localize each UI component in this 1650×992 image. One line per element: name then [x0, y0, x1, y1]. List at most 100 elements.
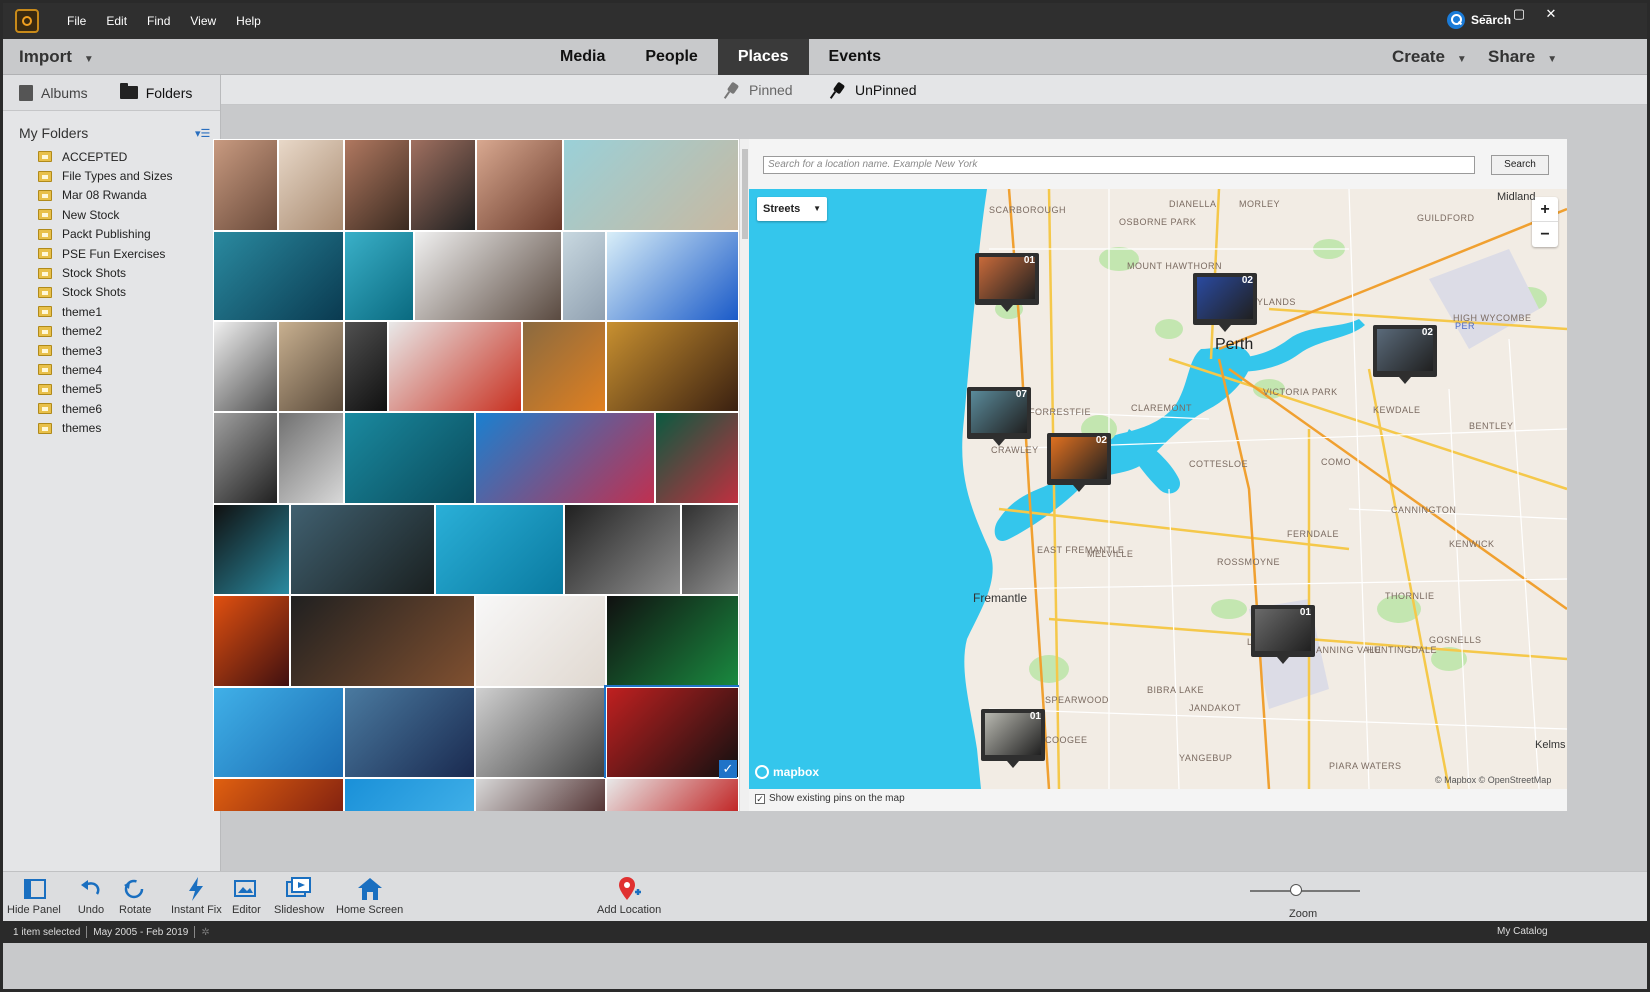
home-screen-button[interactable]: Home Screen	[336, 876, 403, 916]
photo-pin[interactable]: 02	[1373, 325, 1437, 384]
photo-thumbnail[interactable]	[213, 412, 278, 504]
folder-item[interactable]: Packt Publishing	[38, 225, 173, 244]
photo-thumbnail[interactable]	[213, 687, 344, 778]
photo-thumbnail[interactable]	[681, 504, 739, 595]
photo-thumbnail[interactable]	[476, 139, 563, 231]
folder-item[interactable]: theme5	[38, 380, 173, 399]
photo-thumbnail[interactable]	[562, 231, 606, 321]
photo-thumbnail[interactable]	[435, 504, 564, 595]
photo-thumbnail[interactable]	[606, 778, 739, 811]
scrollbar-thumb[interactable]	[742, 149, 748, 239]
photo-thumbnail[interactable]	[344, 778, 475, 811]
hide-panel-button[interactable]: Hide Panel	[7, 876, 61, 916]
photo-thumbnail[interactable]	[606, 321, 739, 412]
menu-file[interactable]: File	[57, 3, 96, 39]
folder-item[interactable]: theme6	[38, 399, 173, 418]
photo-thumbnail[interactable]	[606, 595, 739, 687]
instant-fix-button[interactable]: Instant Fix	[171, 876, 222, 916]
folder-item[interactable]: theme1	[38, 302, 173, 321]
photo-thumbnail[interactable]	[388, 321, 522, 412]
tab-folders[interactable]: Folders	[104, 75, 209, 110]
photo-thumbnail[interactable]	[213, 504, 290, 595]
show-pins-checkbox[interactable]: ✓	[755, 793, 765, 804]
grid-scrollbar[interactable]	[739, 139, 749, 811]
folder-item[interactable]: ACCEPTED	[38, 147, 173, 166]
photo-pin[interactable]: 01	[975, 253, 1039, 312]
photo-thumbnail[interactable]	[344, 139, 410, 231]
photo-thumbnail[interactable]	[290, 595, 475, 687]
photo-thumbnail[interactable]	[213, 778, 344, 811]
photo-pin[interactable]: 02	[1193, 273, 1257, 332]
photo-thumbnail[interactable]	[410, 139, 476, 231]
catalog-name[interactable]: My Catalog	[1497, 921, 1548, 943]
photo-thumbnail[interactable]	[290, 504, 435, 595]
photo-thumbnail[interactable]	[344, 687, 475, 778]
slideshow-button[interactable]: Slideshow	[274, 876, 324, 916]
unpinned-tab[interactable]: UnPinned	[829, 75, 917, 105]
menu-find[interactable]: Find	[137, 3, 180, 39]
photo-thumbnail[interactable]	[606, 231, 739, 321]
show-pins-toggle[interactable]: ✓ Show existing pins on the map	[755, 793, 905, 804]
photo-thumbnail[interactable]	[213, 595, 290, 687]
location-search-input[interactable]: Search for a location name. Example New …	[763, 156, 1475, 174]
tab-events[interactable]: Events	[809, 39, 901, 75]
folder-item[interactable]: New Stock	[38, 205, 173, 224]
tab-albums[interactable]: Albums	[3, 75, 104, 110]
folder-item[interactable]: File Types and Sizes	[38, 166, 173, 185]
close-button[interactable]: ✕	[1535, 3, 1567, 25]
folder-item[interactable]: themes	[38, 418, 173, 437]
photo-thumbnail[interactable]	[344, 231, 414, 321]
photo-thumbnail[interactable]	[278, 321, 344, 412]
share-button[interactable]: Share ▼	[1488, 39, 1557, 78]
photo-thumbnail[interactable]	[475, 687, 606, 778]
map-zoom-out-button[interactable]: −	[1532, 222, 1558, 247]
photo-thumbnail[interactable]	[563, 139, 739, 231]
create-button[interactable]: Create ▼	[1392, 39, 1467, 78]
menu-view[interactable]: View	[180, 3, 226, 39]
import-button[interactable]: Import ▼	[19, 39, 94, 78]
zoom-slider-handle[interactable]	[1290, 884, 1302, 896]
photo-thumbnail[interactable]	[414, 231, 562, 321]
photo-thumbnail[interactable]	[278, 412, 344, 504]
photo-pin[interactable]: 01	[981, 709, 1045, 768]
undo-button[interactable]: Undo	[77, 876, 105, 916]
folder-item[interactable]: Stock Shots	[38, 283, 173, 302]
folder-item[interactable]: theme3	[38, 341, 173, 360]
photo-thumbnail[interactable]	[213, 231, 344, 321]
map-view[interactable]: Streets ▼ + − Perth Fremantle SCARBOROUGH…	[749, 189, 1567, 789]
folder-view-menu-icon[interactable]: ▾☰	[195, 127, 210, 140]
photo-pin[interactable]: 07	[967, 387, 1031, 446]
photo-thumbnail[interactable]	[564, 504, 681, 595]
map-style-dropdown[interactable]: Streets ▼	[757, 197, 827, 221]
minimize-button[interactable]: –	[1471, 3, 1503, 25]
photo-pin[interactable]: 01	[1251, 605, 1315, 664]
photo-thumbnail[interactable]	[344, 321, 388, 412]
folder-item[interactable]: Mar 08 Rwanda	[38, 186, 173, 205]
photo-thumbnail[interactable]	[213, 139, 278, 231]
folder-item[interactable]: Stock Shots	[38, 263, 173, 282]
photo-thumbnail[interactable]	[475, 778, 606, 811]
rotate-button[interactable]: Rotate	[119, 876, 151, 916]
photo-thumbnail[interactable]	[655, 412, 739, 504]
tab-places[interactable]: Places	[717, 39, 809, 75]
pinned-tab[interactable]: Pinned	[723, 75, 793, 105]
add-location-button[interactable]: Add Location	[597, 876, 661, 916]
map-zoom-in-button[interactable]: +	[1532, 197, 1558, 222]
photo-pin[interactable]: 02	[1047, 433, 1111, 492]
tab-people[interactable]: People	[625, 39, 717, 75]
maximize-button[interactable]: ▢	[1503, 3, 1535, 25]
folder-item[interactable]: theme4	[38, 360, 173, 379]
menu-edit[interactable]: Edit	[96, 3, 137, 39]
location-search-button[interactable]: Search	[1491, 155, 1549, 175]
folder-item[interactable]: PSE Fun Exercises	[38, 244, 173, 263]
photo-thumbnail[interactable]	[475, 595, 606, 687]
zoom-slider-track[interactable]	[1250, 890, 1360, 892]
menu-help[interactable]: Help	[226, 3, 271, 39]
photo-thumbnail[interactable]	[278, 139, 344, 231]
photo-thumbnail[interactable]	[475, 412, 655, 504]
photo-thumbnail[interactable]	[344, 412, 475, 504]
editor-button[interactable]: Editor	[232, 876, 261, 916]
tab-media[interactable]: Media	[540, 39, 625, 75]
photo-thumbnail[interactable]	[213, 321, 278, 412]
photo-thumbnail[interactable]	[522, 321, 606, 412]
